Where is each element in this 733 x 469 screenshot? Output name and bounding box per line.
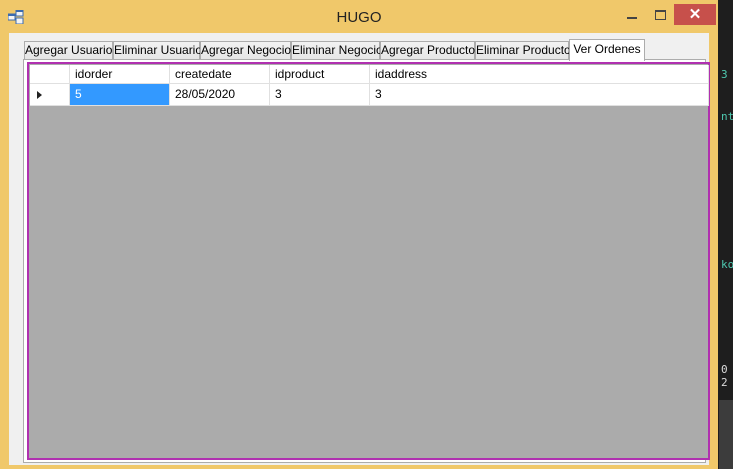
maximize-button[interactable] bbox=[647, 6, 673, 24]
tab-page-ver-ordenes: idorder createdate idproduct idaddress 5… bbox=[23, 59, 710, 463]
column-header-createdate[interactable]: createdate bbox=[170, 65, 270, 84]
background-panel bbox=[719, 400, 733, 469]
column-header-row: idorder createdate idproduct idaddress bbox=[30, 65, 709, 84]
title-bar[interactable]: HUGO ✕ bbox=[0, 0, 718, 33]
grid-body: idorder createdate idproduct idaddress 5… bbox=[30, 65, 709, 457]
maximize-icon bbox=[655, 10, 666, 20]
top-left-header-cell[interactable] bbox=[30, 65, 70, 84]
cell-idaddress[interactable]: 3 bbox=[370, 84, 709, 106]
tab-eliminar-usuario[interactable]: Eliminar Usuario bbox=[113, 41, 202, 59]
app-window: HUGO ✕ Agregar Usuario Eliminar Usuario … bbox=[0, 0, 718, 469]
background-code-4: 0 2 bbox=[721, 363, 728, 389]
tab-agregar-negocio[interactable]: Agregar Negocio bbox=[200, 41, 291, 59]
table-row: 5 28/05/2020 3 3 bbox=[30, 84, 709, 106]
minimize-button[interactable] bbox=[619, 6, 645, 24]
close-button[interactable]: ✕ bbox=[674, 4, 716, 25]
minimize-icon bbox=[627, 17, 637, 19]
cell-createdate[interactable]: 28/05/2020 bbox=[170, 84, 270, 106]
background-code-1: 3 bbox=[721, 68, 728, 81]
column-header-idorder[interactable]: idorder bbox=[70, 65, 170, 84]
cell-idorder[interactable]: 5 bbox=[70, 84, 170, 106]
tab-agregar-usuario[interactable]: Agregar Usuario bbox=[24, 41, 113, 59]
tab-agregar-producto[interactable]: Agregar Producto bbox=[380, 41, 475, 59]
tab-eliminar-producto[interactable]: Eliminar Producto bbox=[475, 41, 571, 59]
current-row-arrow-icon bbox=[37, 91, 42, 99]
client-area: Agregar Usuario Eliminar Usuario Agregar… bbox=[9, 33, 710, 465]
row-header[interactable] bbox=[30, 84, 70, 106]
orders-data-grid[interactable]: idorder createdate idproduct idaddress 5… bbox=[27, 62, 710, 460]
window-title: HUGO bbox=[336, 9, 382, 26]
tab-eliminar-negocio[interactable]: Eliminar Negocio bbox=[291, 41, 383, 59]
background-code-3: ko bbox=[721, 258, 733, 271]
column-header-idaddress[interactable]: idaddress bbox=[370, 65, 709, 84]
tab-ver-ordenes[interactable]: Ver Ordenes bbox=[569, 39, 645, 61]
close-icon: ✕ bbox=[688, 6, 702, 23]
column-header-idproduct[interactable]: idproduct bbox=[270, 65, 370, 84]
cell-idproduct[interactable]: 3 bbox=[270, 84, 370, 106]
background-code-2: nt bbox=[721, 110, 733, 123]
background-editor: 3 nt ko 0 2 bbox=[719, 0, 733, 469]
